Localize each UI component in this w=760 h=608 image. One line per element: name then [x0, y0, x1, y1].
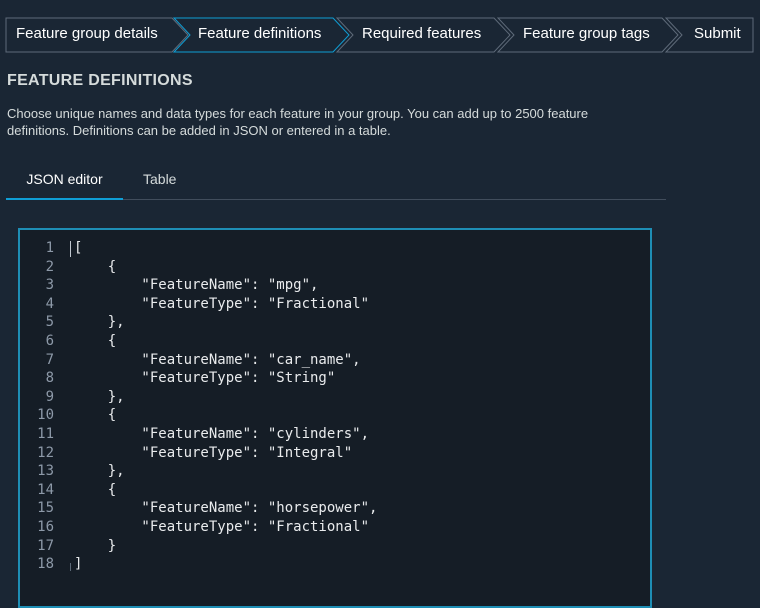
fold-marker	[70, 563, 71, 571]
line-number: 7	[45, 351, 54, 368]
code-line: "FeatureType": "Fractional"	[74, 295, 370, 312]
code-line: ]	[74, 556, 83, 573]
line-number: 12	[37, 444, 54, 461]
code-line: "FeatureType": "Fractional"	[74, 519, 370, 535]
editor-tabs: JSON editor Table	[6, 160, 666, 200]
line-number: 9	[45, 388, 54, 405]
json-editor[interactable]: 1 2 3 4 5 6 7 8 9 10 11 12 13 14 15 16 17 18 [ { "Feature…	[18, 228, 652, 608]
code-line: },	[74, 388, 125, 405]
line-number: 10	[37, 407, 54, 424]
step-required-features[interactable]: Required features	[362, 17, 481, 51]
code-line: "FeatureName": "car_name",	[74, 351, 361, 368]
line-number: 2	[45, 258, 54, 275]
step-feature-definitions[interactable]: Feature definitions	[198, 17, 321, 51]
line-number: 8	[45, 370, 54, 387]
code-line: "FeatureName": "cylinders",	[74, 426, 370, 442]
line-number: 6	[45, 333, 54, 349]
code-line: "FeatureName": "mpg",	[74, 277, 319, 294]
line-number: 13	[37, 463, 54, 480]
code-line: }	[74, 537, 117, 554]
line-number: 4	[45, 295, 54, 312]
code-line: [	[74, 240, 83, 256]
step-feature-group-tags[interactable]: Feature group tags	[523, 17, 650, 51]
code-line: },	[74, 314, 125, 331]
line-number: 16	[37, 519, 54, 535]
code-line: },	[74, 463, 125, 480]
line-number: 3	[45, 277, 54, 294]
step-submit[interactable]: Submit	[694, 17, 741, 51]
code-line: {	[74, 407, 117, 424]
tab-table[interactable]: Table	[143, 160, 177, 198]
code-line: {	[74, 481, 117, 498]
code-line: {	[74, 333, 117, 349]
wizard-steps: Feature group details Feature definition…	[0, 0, 760, 70]
line-number: 15	[37, 500, 54, 517]
code-area[interactable]: [ { "FeatureName": "mpg", "FeatureType":…	[66, 230, 650, 606]
line-number: 14	[37, 481, 54, 498]
tab-json-editor[interactable]: JSON editor	[6, 160, 123, 200]
code-line: {	[74, 258, 117, 275]
code-line: "FeatureName": "horsepower",	[74, 500, 378, 517]
line-number: 5	[45, 314, 54, 331]
code-line: "FeatureType": "Integral"	[74, 444, 353, 461]
line-number: 17	[37, 537, 54, 554]
section-description: Choose unique names and data types for e…	[7, 106, 589, 138]
line-number: 18	[37, 556, 54, 573]
line-number-gutter: 1 2 3 4 5 6 7 8 9 10 11 12 13 14 15 16 17 18	[20, 230, 60, 606]
line-number: 11	[37, 426, 54, 442]
code-line: "FeatureType": "String"	[74, 370, 336, 387]
line-number: 1	[45, 240, 54, 256]
section-title: FEATURE DEFINITIONS	[7, 72, 193, 89]
text-cursor	[70, 241, 71, 257]
step-feature-group-details[interactable]: Feature group details	[16, 17, 158, 51]
